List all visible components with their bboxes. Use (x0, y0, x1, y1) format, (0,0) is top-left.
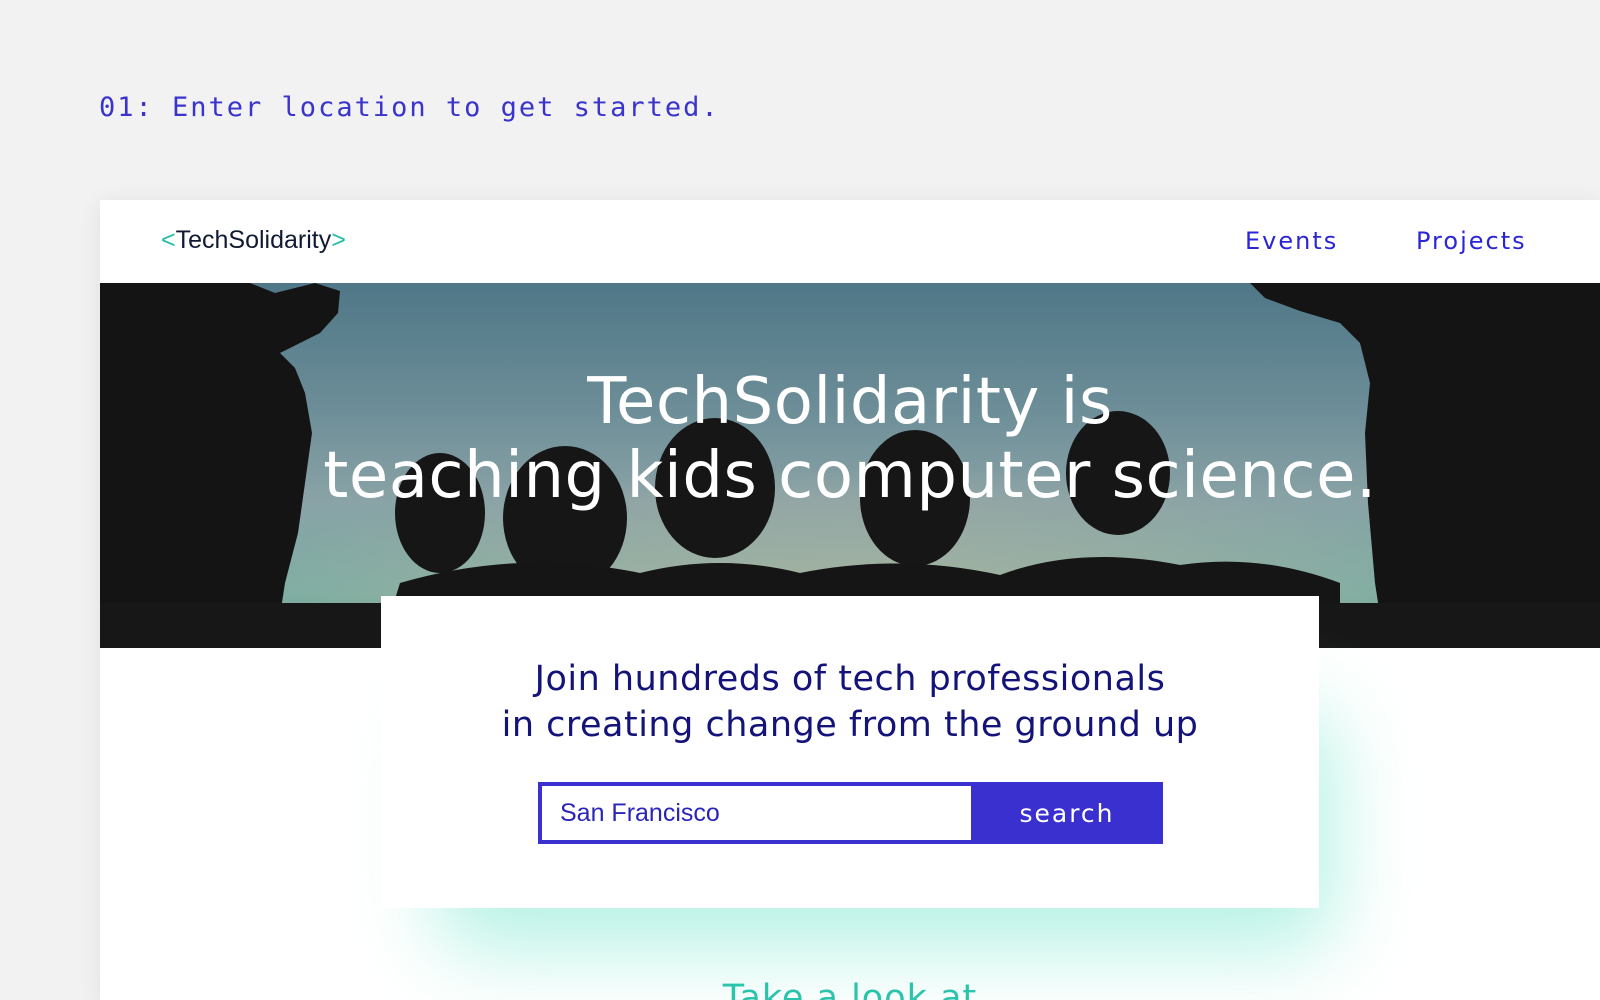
site-navbar: <TechSolidarity> Events Projects (100, 200, 1600, 283)
hero-headline: TechSolidarity is teaching kids computer… (100, 365, 1600, 513)
hero-headline-line-2: teaching kids computer science. (323, 439, 1377, 513)
search-button[interactable]: search (971, 782, 1163, 844)
location-search-form: search (538, 782, 1163, 844)
next-section-heading: Take a look at (722, 978, 978, 1000)
location-search-input[interactable] (538, 782, 975, 844)
logo-text: TechSolidarity (175, 226, 332, 254)
nav-link-events[interactable]: Events (1245, 227, 1338, 255)
website-preview: <TechSolidarity> Events Projects TechSol… (100, 200, 1600, 1000)
step-caption: 01: Enter location to get started. (99, 92, 720, 123)
site-logo[interactable]: <TechSolidarity> (161, 226, 346, 255)
join-heading-line-1: Join hundreds of tech professionals (534, 659, 1166, 699)
nav-link-projects[interactable]: Projects (1416, 227, 1527, 255)
hero-banner: TechSolidarity is teaching kids computer… (100, 283, 1600, 648)
join-heading: Join hundreds of tech professionals in c… (381, 656, 1319, 748)
join-card: Join hundreds of tech professionals in c… (381, 596, 1319, 908)
logo-close-bracket: > (331, 226, 346, 254)
logo-open-bracket: < (161, 226, 176, 254)
join-heading-line-2: in creating change from the ground up (501, 705, 1199, 745)
hero-headline-line-1: TechSolidarity is (587, 365, 1113, 439)
